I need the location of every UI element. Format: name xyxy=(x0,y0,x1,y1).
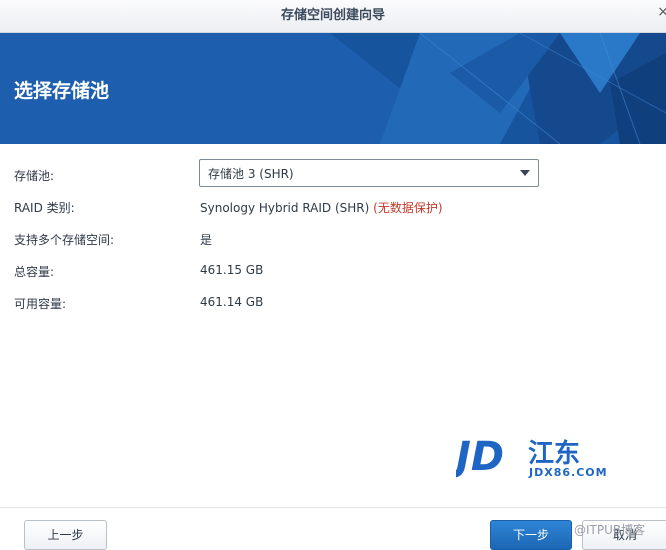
available-capacity-row: 可用容量: 461.14 GB xyxy=(0,289,666,319)
raid-type-warning: (无数据保护) xyxy=(373,201,443,215)
close-icon[interactable]: × xyxy=(657,4,666,20)
logo-domain: JDX86.COM xyxy=(528,466,608,479)
total-capacity-row: 总容量: 461.15 GB xyxy=(0,257,666,287)
chevron-down-icon xyxy=(520,170,530,176)
header-banner: 选择存储池 xyxy=(0,33,666,144)
page-title: 选择存储池 xyxy=(14,80,110,102)
watermark: @ITPUB博客 xyxy=(574,523,646,537)
total-capacity-value: 461.15 GB xyxy=(200,263,264,277)
next-button[interactable]: 下一步 xyxy=(490,520,572,550)
window-title: 存储空间创建向导 xyxy=(280,8,385,23)
available-capacity-label: 可用容量: xyxy=(14,297,67,311)
window-titlebar: 存储空间创建向导 × xyxy=(0,0,666,33)
raid-type-value: Synology Hybrid RAID (SHR) (无数据保护) xyxy=(200,199,443,216)
storage-pool-selected: 存储池 3 (SHR) xyxy=(208,167,294,181)
multi-volume-row: 支持多个存储空间: 是 xyxy=(0,225,666,255)
logo-graphic: JD 江东 JDX86.COM xyxy=(449,434,608,480)
logo-mark: JD xyxy=(456,434,504,480)
multi-volume-label: 支持多个存储空间: xyxy=(14,233,115,247)
available-capacity-value: 461.14 GB xyxy=(200,295,264,309)
logo-name: 江东 xyxy=(528,438,580,469)
raid-type-label: RAID 类别: xyxy=(14,201,75,215)
jd-logo: JD 江东 JDX86.COM xyxy=(449,432,626,484)
total-capacity-label: 总容量: xyxy=(14,265,55,279)
previous-button[interactable]: 上一步 xyxy=(24,520,107,550)
footer-divider xyxy=(0,507,666,508)
multi-volume-value: 是 xyxy=(200,233,213,247)
storage-pool-label: 存储池: xyxy=(14,169,55,183)
raid-type-name: Synology Hybrid RAID (SHR) xyxy=(200,201,370,215)
raid-type-row: RAID 类别: Synology Hybrid RAID (SHR) (无数据… xyxy=(0,193,666,223)
storage-pool-select[interactable]: 存储池 3 (SHR) xyxy=(199,159,539,187)
